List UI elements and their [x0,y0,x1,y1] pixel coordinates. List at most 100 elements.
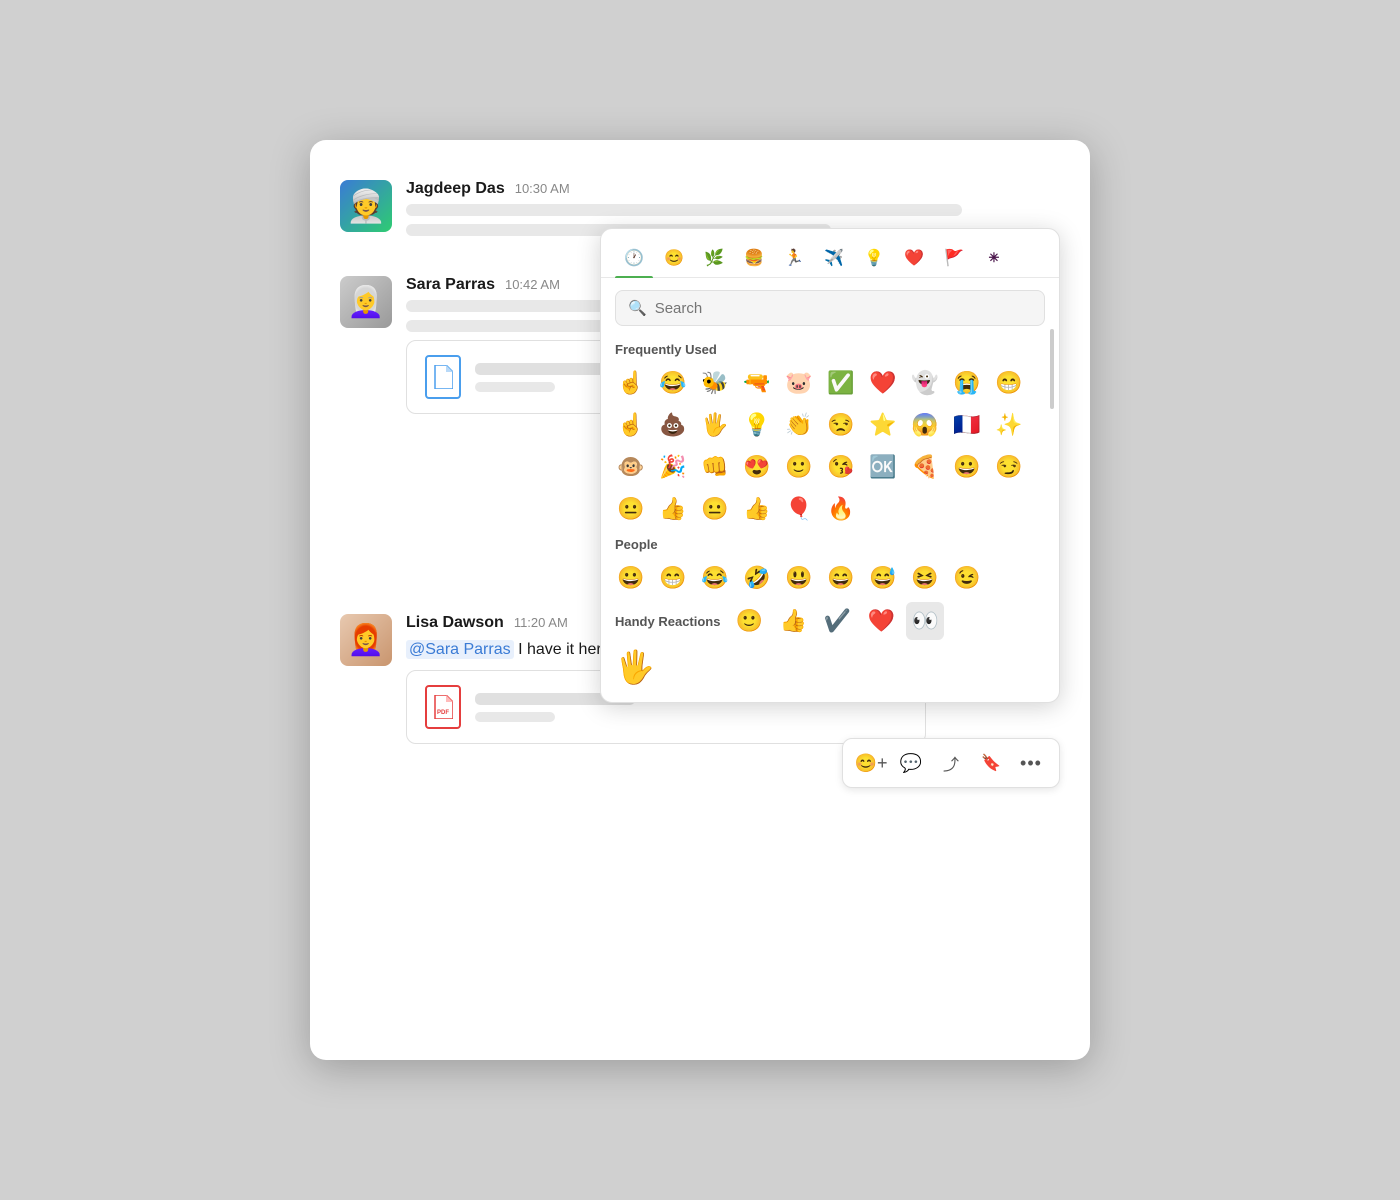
tab-recent[interactable]: 🕐 [615,239,653,277]
emoji-btn[interactable]: 🖐️ [695,405,735,445]
emoji-btn[interactable]: 👻 [905,363,945,403]
handy-reaction-smile[interactable]: 🙂 [730,602,768,640]
emoji-btn[interactable]: 😂 [695,558,735,598]
emoji-add-icon: 😊+ [855,753,888,774]
bookmark-button[interactable]: 🔖 [973,745,1009,781]
emoji-btn[interactable]: ☝️ [611,363,651,403]
comment-button[interactable]: 💬 [893,745,929,781]
emoji-btn[interactable]: 🤣 [737,558,777,598]
emoji-btn[interactable]: 👊 [695,447,735,487]
emoji-btn[interactable]: ⭐ [863,405,903,445]
emoji-btn[interactable]: 🆗 [863,447,903,487]
tab-symbols[interactable]: ❤️ [895,239,933,277]
avatar-lisa: 👩‍🦰 [340,614,392,666]
tab-activity[interactable]: 🏃 [775,239,813,277]
emoji-grid-people: 😀 😁 😂 🤣 😃 😄 😅 😆 😉 [601,558,1059,598]
emoji-btn[interactable]: ✅ [821,363,861,403]
tab-travel[interactable]: ✈️ [815,239,853,277]
emoji-btn[interactable]: 😍 [737,447,777,487]
handy-reaction-heart[interactable]: ❤️ [862,602,900,640]
message-line-1 [406,204,962,216]
floating-hand-emoji: 🖐️ [601,644,1059,686]
scrollbar-thumb [1050,329,1054,409]
emoji-tabs: 🕐 😊 🌿 🍔 🏃 ✈️ 💡 ❤️ 🚩 ✳ [601,229,1059,278]
file-icon-pdf: PDF [425,685,461,729]
search-icon: 🔍 [628,299,647,317]
emoji-btn[interactable]: 🙂 [779,447,819,487]
tab-people[interactable]: 😊 [655,239,693,277]
emoji-btn[interactable]: ✨ [989,405,1029,445]
emoji-grid-frequent: ☝️ 😂 🐝 🔫 🐷 ✅ ❤️ 👻 😭 😁 ☝️ 💩 🖐️ 💡 👏 😒 ⭐ 😱 … [601,363,1059,529]
handy-reaction-thumbs-up[interactable]: 👍 [774,602,812,640]
emoji-picker: 🕐 😊 🌿 🍔 🏃 ✈️ 💡 ❤️ 🚩 ✳ 🔍 Frequently Used … [600,228,1060,703]
emoji-btn[interactable]: 😐 [611,489,651,529]
section-label-people: People [601,529,1059,558]
emoji-btn[interactable]: 🐝 [695,363,735,403]
emoji-btn[interactable]: 🍕 [905,447,945,487]
message-header-jagdeep: Jagdeep Das 10:30 AM [406,180,1060,198]
emoji-btn[interactable]: 💩 [653,405,693,445]
timestamp-jagdeep: 10:30 AM [515,181,570,196]
file-size-line [475,382,555,392]
timestamp-lisa: 11:20 AM [514,615,568,630]
emoji-btn[interactable]: 😀 [611,558,651,598]
handy-reactions-label: Handy Reactions [615,614,720,629]
handy-reaction-eyes[interactable]: 👀 [906,602,944,640]
emoji-btn[interactable]: ❤️ [863,363,903,403]
emoji-btn[interactable]: 👍 [737,489,777,529]
add-reaction-button[interactable]: 😊+ [853,745,889,781]
share-button[interactable]: ⤴ [933,745,969,781]
emoji-btn[interactable]: 😐 [695,489,735,529]
emoji-btn[interactable]: 🎈 [779,489,819,529]
mention-sara: @Sara Parras [406,640,514,659]
emoji-btn[interactable]: 😁 [989,363,1029,403]
more-options-button[interactable]: ••• [1013,745,1049,781]
handy-reaction-check[interactable]: ✔️ [818,602,856,640]
file-icon-generic [425,355,461,399]
sender-name-sara: Sara Parras [406,276,495,294]
emoji-btn[interactable]: 😏 [989,447,1029,487]
scrollbar[interactable] [1049,289,1055,686]
tab-objects[interactable]: 💡 [855,239,893,277]
action-toolbar: 😊+ 💬 ⤴ 🔖 ••• [842,738,1060,788]
emoji-btn[interactable]: 🔫 [737,363,777,403]
emoji-btn[interactable]: 😀 [947,447,987,487]
emoji-btn[interactable]: 🐷 [779,363,819,403]
emoji-btn[interactable]: 😆 [905,558,945,598]
tab-flags[interactable]: 🚩 [935,239,973,277]
section-label-frequently-used: Frequently Used [601,334,1059,363]
emoji-btn[interactable]: 😘 [821,447,861,487]
emoji-btn[interactable]: 😂 [653,363,693,403]
avatar-jagdeep: 👳 [340,180,392,232]
emoji-btn[interactable]: 💡 [737,405,777,445]
emoji-btn[interactable]: 👏 [779,405,819,445]
emoji-btn[interactable]: 😱 [905,405,945,445]
emoji-btn[interactable]: 🔥 [821,489,861,529]
chat-window: 👳 Jagdeep Das 10:30 AM 👩‍🦳 Sara Parras 1… [310,140,1090,1060]
emoji-btn[interactable]: 🎉 [653,447,693,487]
emoji-btn[interactable]: ☝️ [611,405,651,445]
emoji-btn[interactable]: 😄 [821,558,861,598]
emoji-btn[interactable]: 😒 [821,405,861,445]
handy-reactions-row: Handy Reactions 🙂 👍 ✔️ ❤️ 👀 [601,598,1059,644]
emoji-btn[interactable]: 😭 [947,363,987,403]
timestamp-sara: 10:42 AM [505,277,560,292]
emoji-btn[interactable]: 🐵 [611,447,651,487]
comment-icon: 💬 [900,753,922,774]
emoji-btn[interactable]: 🇫🇷 [947,405,987,445]
tab-nature[interactable]: 🌿 [695,239,733,277]
emoji-search-input[interactable] [655,300,1032,317]
emoji-search-bar: 🔍 [615,290,1045,326]
emoji-btn[interactable]: 👍 [653,489,693,529]
tab-slack[interactable]: ✳ [975,239,1013,277]
emoji-btn[interactable]: 😉 [947,558,987,598]
avatar-sara: 👩‍🦳 [340,276,392,328]
bookmark-icon: 🔖 [981,753,1001,773]
sender-name-jagdeep: Jagdeep Das [406,180,505,198]
more-icon: ••• [1020,753,1042,774]
svg-text:PDF: PDF [437,710,449,716]
emoji-btn[interactable]: 😃 [779,558,819,598]
tab-food[interactable]: 🍔 [735,239,773,277]
emoji-btn[interactable]: 😁 [653,558,693,598]
emoji-btn[interactable]: 😅 [863,558,903,598]
